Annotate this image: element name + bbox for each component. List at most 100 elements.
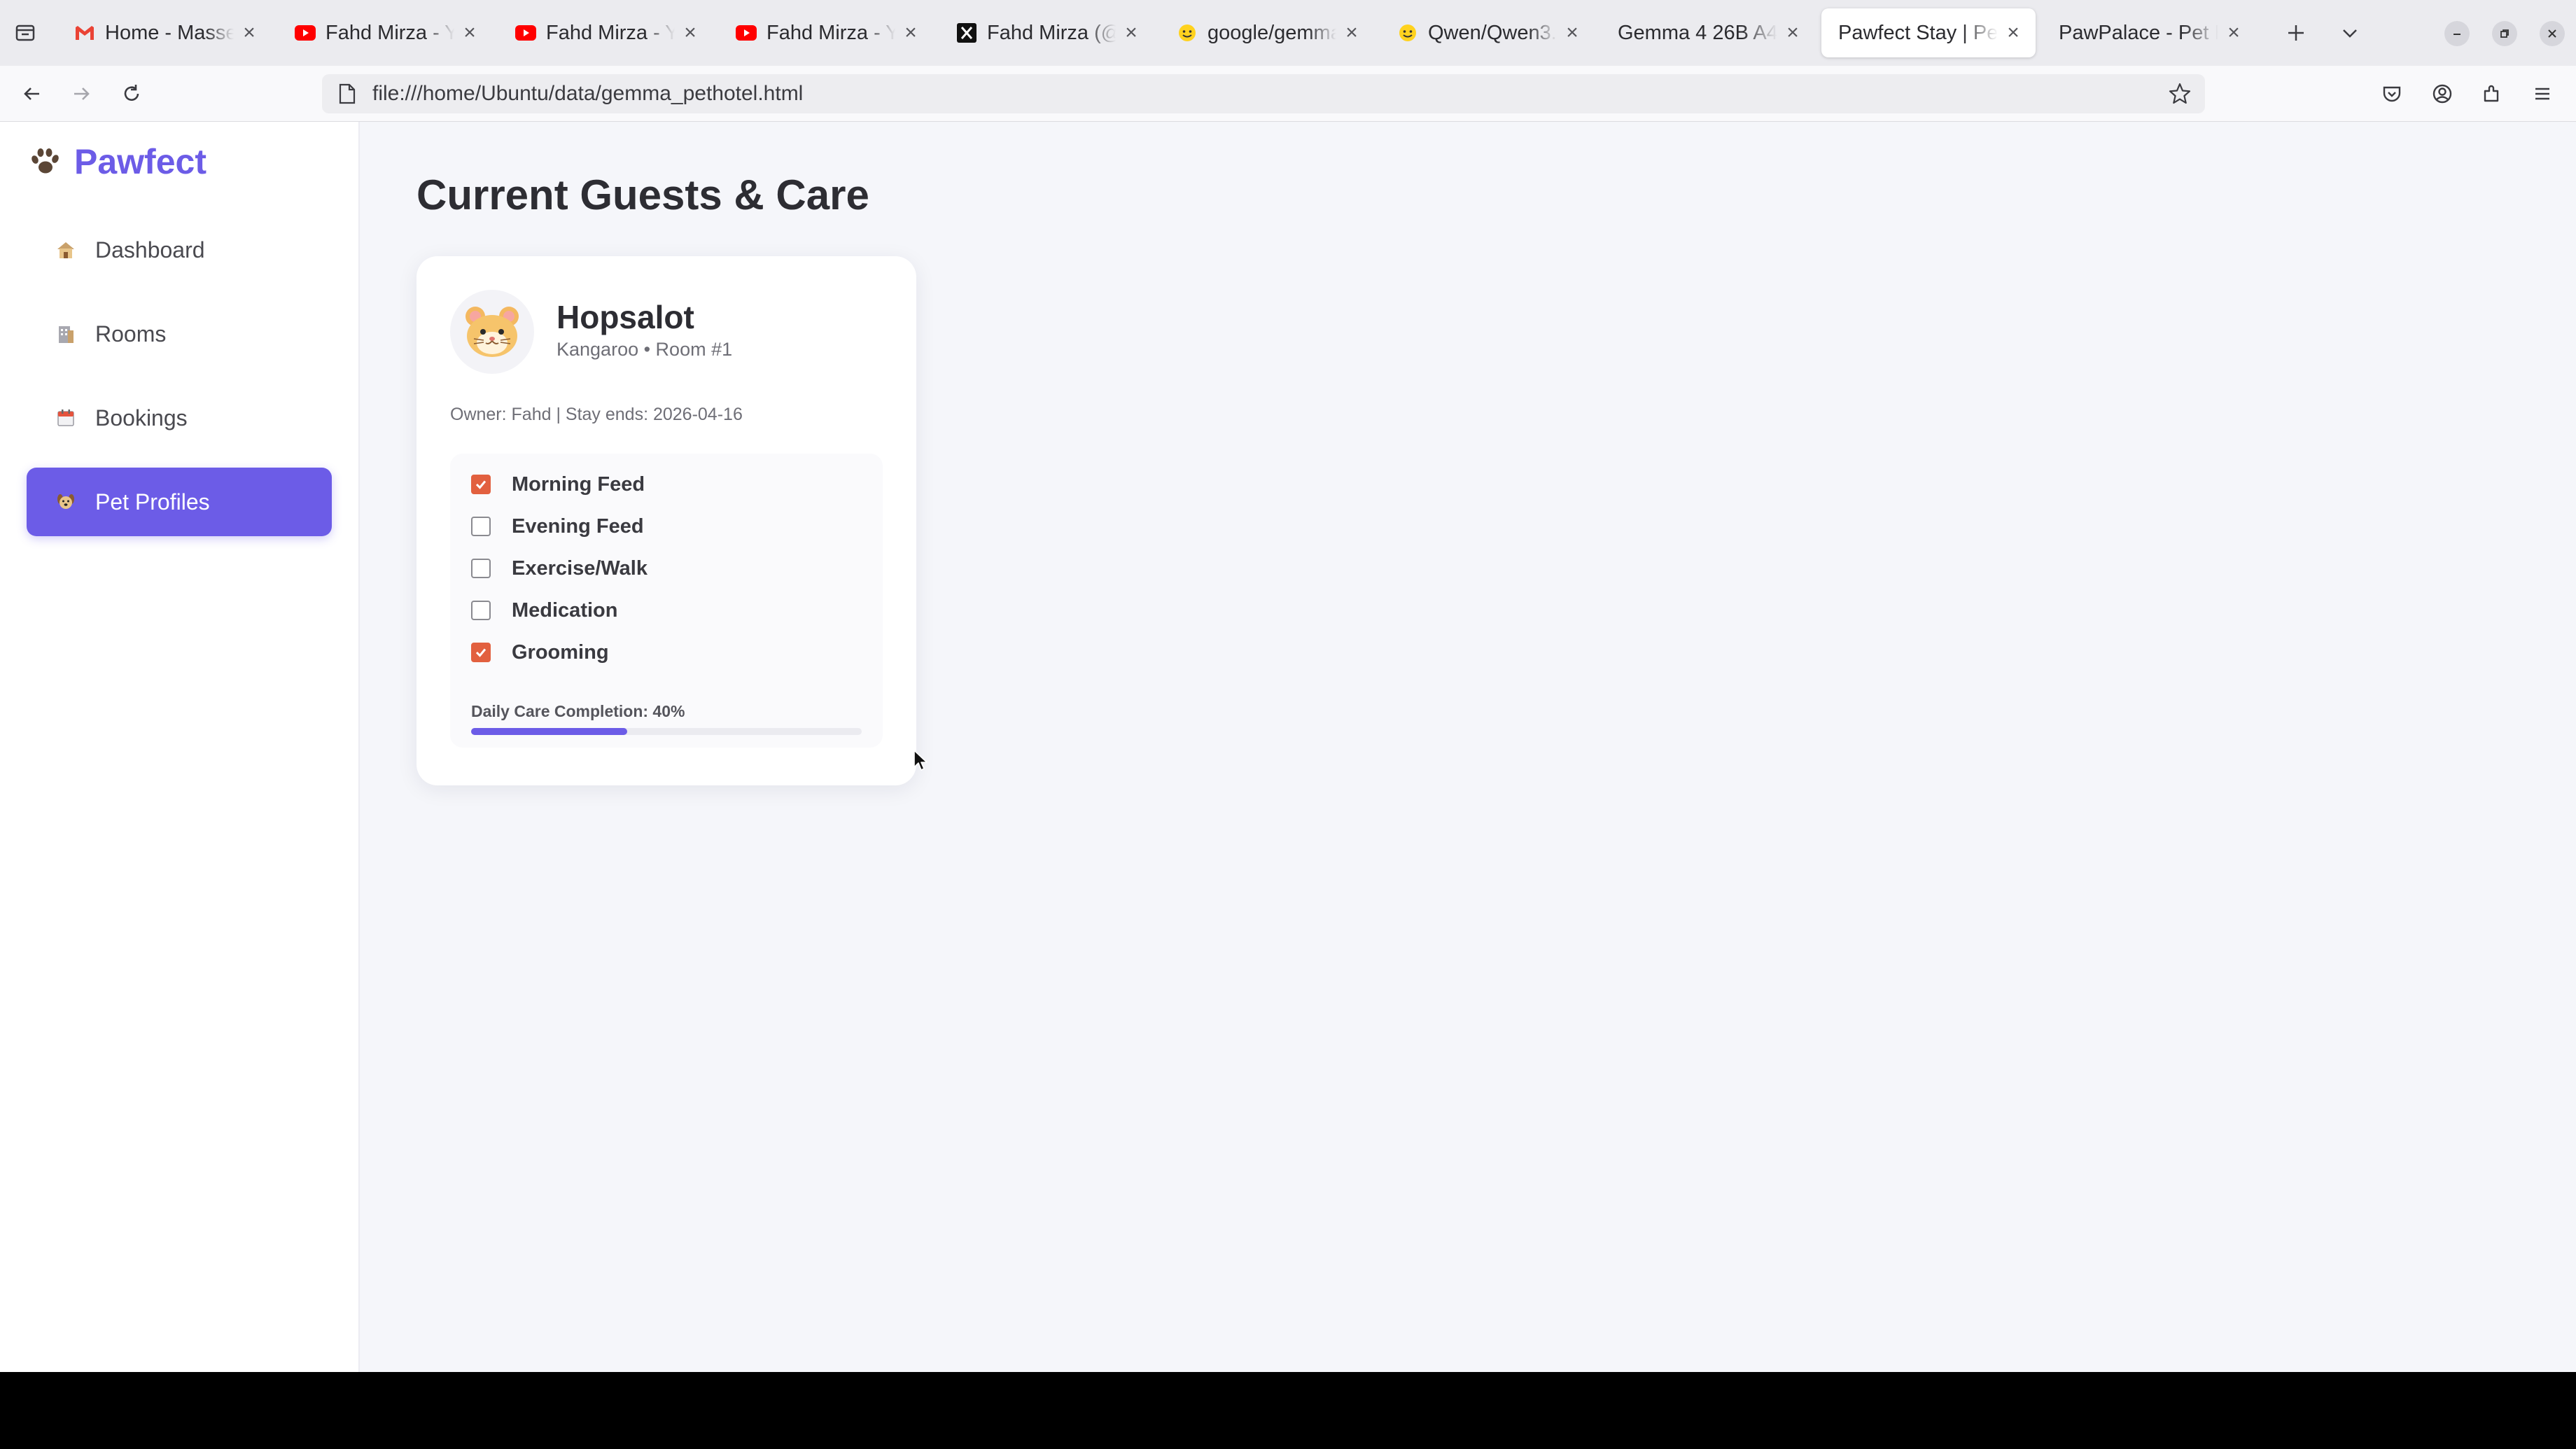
hamster-face-icon [465,307,519,357]
care-progress-fill [471,728,628,735]
browser-tab[interactable]: google/gemma × [1160,8,1374,57]
forward-button[interactable] [66,78,97,109]
task-grooming[interactable]: Grooming [471,638,609,666]
checkmark-icon [475,648,486,657]
youtube-icon [515,22,536,43]
browser-tab-bar: Home - Masse × Fahd Mirza - Yo × Fahd Mi… [0,0,2576,66]
arrow-right-icon [74,88,90,100]
menu-button[interactable] [2527,78,2558,109]
tab-title: Fahd Mirza - Yo [546,21,675,44]
brand-logo[interactable]: Pawfect [27,141,206,182]
chevron-down-icon [2343,29,2357,38]
calendar-icon [55,407,77,429]
close-icon[interactable]: × [460,22,479,43]
close-icon[interactable]: × [2224,22,2244,43]
tab-title: Fahd Mirza - Yo [766,21,895,44]
pet-avatar [450,290,534,374]
reload-icon [124,85,139,101]
close-icon[interactable]: × [2003,22,2023,43]
huggingface-icon [1177,22,1198,43]
restore-button[interactable] [2492,21,2517,46]
task-label: Medication [512,598,618,622]
tab-title: PawPalace - Pet H [2059,21,2218,44]
huggingface-icon [1397,22,1418,43]
account-icon [2432,84,2452,104]
task-label: Morning Feed [512,472,645,496]
tab-title: Fahd Mirza - Yo [326,21,454,44]
sidebar-item-label: Bookings [95,405,188,430]
firefox-view-button[interactable] [0,0,50,66]
minimize-icon [2454,34,2460,35]
sidebar-item-pet-profiles[interactable]: Pet Profiles [27,468,332,536]
close-icon [2548,29,2556,38]
browser-tab[interactable]: Fahd Mirza - Yo × [498,8,713,57]
pocket-button[interactable] [2376,78,2407,109]
checkbox-checked[interactable] [471,475,491,494]
sidebar-item-label: Rooms [95,321,167,346]
tab-title: Gemma 4 26B A4B [1618,21,1777,44]
checkbox-unchecked[interactable] [471,601,491,620]
tab-title: Home - Masse [105,21,234,44]
new-tab-button[interactable] [2278,15,2314,50]
task-label: Grooming [512,640,609,664]
address-bar[interactable]: file:///home/Ubuntu/data/gemma_pethotel.… [322,74,2205,113]
checkbox-checked[interactable] [471,643,491,662]
sidebar-item-bookings[interactable]: Bookings [27,384,332,452]
close-icon[interactable]: × [1342,22,1362,43]
hamburger-menu-icon [2535,88,2549,100]
pet-species-room: Kangaroo • Room #1 [556,339,733,360]
browser-tab[interactable]: Home - Masse × [57,8,272,57]
browser-tab[interactable]: Fahd Mirza - Yo × [719,8,933,57]
sidebar-item-dashboard[interactable]: Dashboard [27,216,332,284]
sidebar-item-label: Pet Profiles [95,489,210,514]
care-progress-bar [471,728,862,735]
browser-tab[interactable]: Fahd Mirza - Yo × [278,8,492,57]
close-icon[interactable]: × [1121,22,1141,43]
account-button[interactable] [2427,78,2458,109]
close-icon[interactable]: × [239,22,259,43]
pet-name: Hopsalot [556,299,694,335]
puzzle-icon [2484,85,2499,102]
browser-tab-active[interactable]: Pawfect Stay | Pet × [1821,8,2036,57]
care-completion-label: Daily Care Completion: 40% [471,702,685,720]
back-button[interactable] [17,78,48,109]
youtube-icon [295,22,316,43]
browser-tab[interactable]: Qwen/Qwen3. × [1380,8,1595,57]
care-checklist: Morning Feed Evening Feed Exercise/Walk … [450,454,883,748]
guest-card: Hopsalot Kangaroo • Room #1 Owner: Fahd … [416,256,916,785]
task-exercise-walk[interactable]: Exercise/Walk [471,554,648,582]
list-all-tabs-button[interactable] [2332,15,2367,50]
minimize-button[interactable] [2444,21,2470,46]
main-content: Current Guests & Care Hopsalot Kangaroo … [360,122,2576,1372]
window-list-icon [15,24,35,41]
tab-title: google/gemma [1208,21,1336,44]
task-morning-feed[interactable]: Morning Feed [471,470,645,498]
browser-tab[interactable]: Fahd Mirza (@f × [939,8,1154,57]
close-icon[interactable]: × [680,22,700,43]
close-icon[interactable]: × [1783,22,1802,43]
page-title: Current Guests & Care [416,172,869,218]
checkbox-unchecked[interactable] [471,517,491,536]
pocket-icon [2383,86,2401,102]
arrow-left-icon [24,88,39,100]
page-icon [336,83,358,105]
reload-button[interactable] [116,78,147,109]
x-icon [956,22,977,43]
owner-stay-info: Owner: Fahd | Stay ends: 2026-04-16 [450,405,743,424]
task-evening-feed[interactable]: Evening Feed [471,512,644,540]
restore-icon [2500,29,2509,38]
close-icon[interactable]: × [901,22,920,43]
plus-icon [2288,25,2304,41]
task-label: Evening Feed [512,514,644,538]
close-window-button[interactable] [2540,21,2565,46]
extensions-button[interactable] [2477,78,2507,109]
browser-tab[interactable]: PawPalace - Pet H × [2042,8,2256,57]
close-icon[interactable]: × [1562,22,1582,43]
browser-tab[interactable]: Gemma 4 26B A4B × [1601,8,1815,57]
bookmark-star-icon[interactable] [2167,81,2192,106]
sidebar-item-rooms[interactable]: Rooms [27,300,332,368]
brand-name: Pawfect [74,142,206,181]
task-medication[interactable]: Medication [471,596,617,624]
checkbox-unchecked[interactable] [471,559,491,578]
gmail-icon [74,22,95,43]
